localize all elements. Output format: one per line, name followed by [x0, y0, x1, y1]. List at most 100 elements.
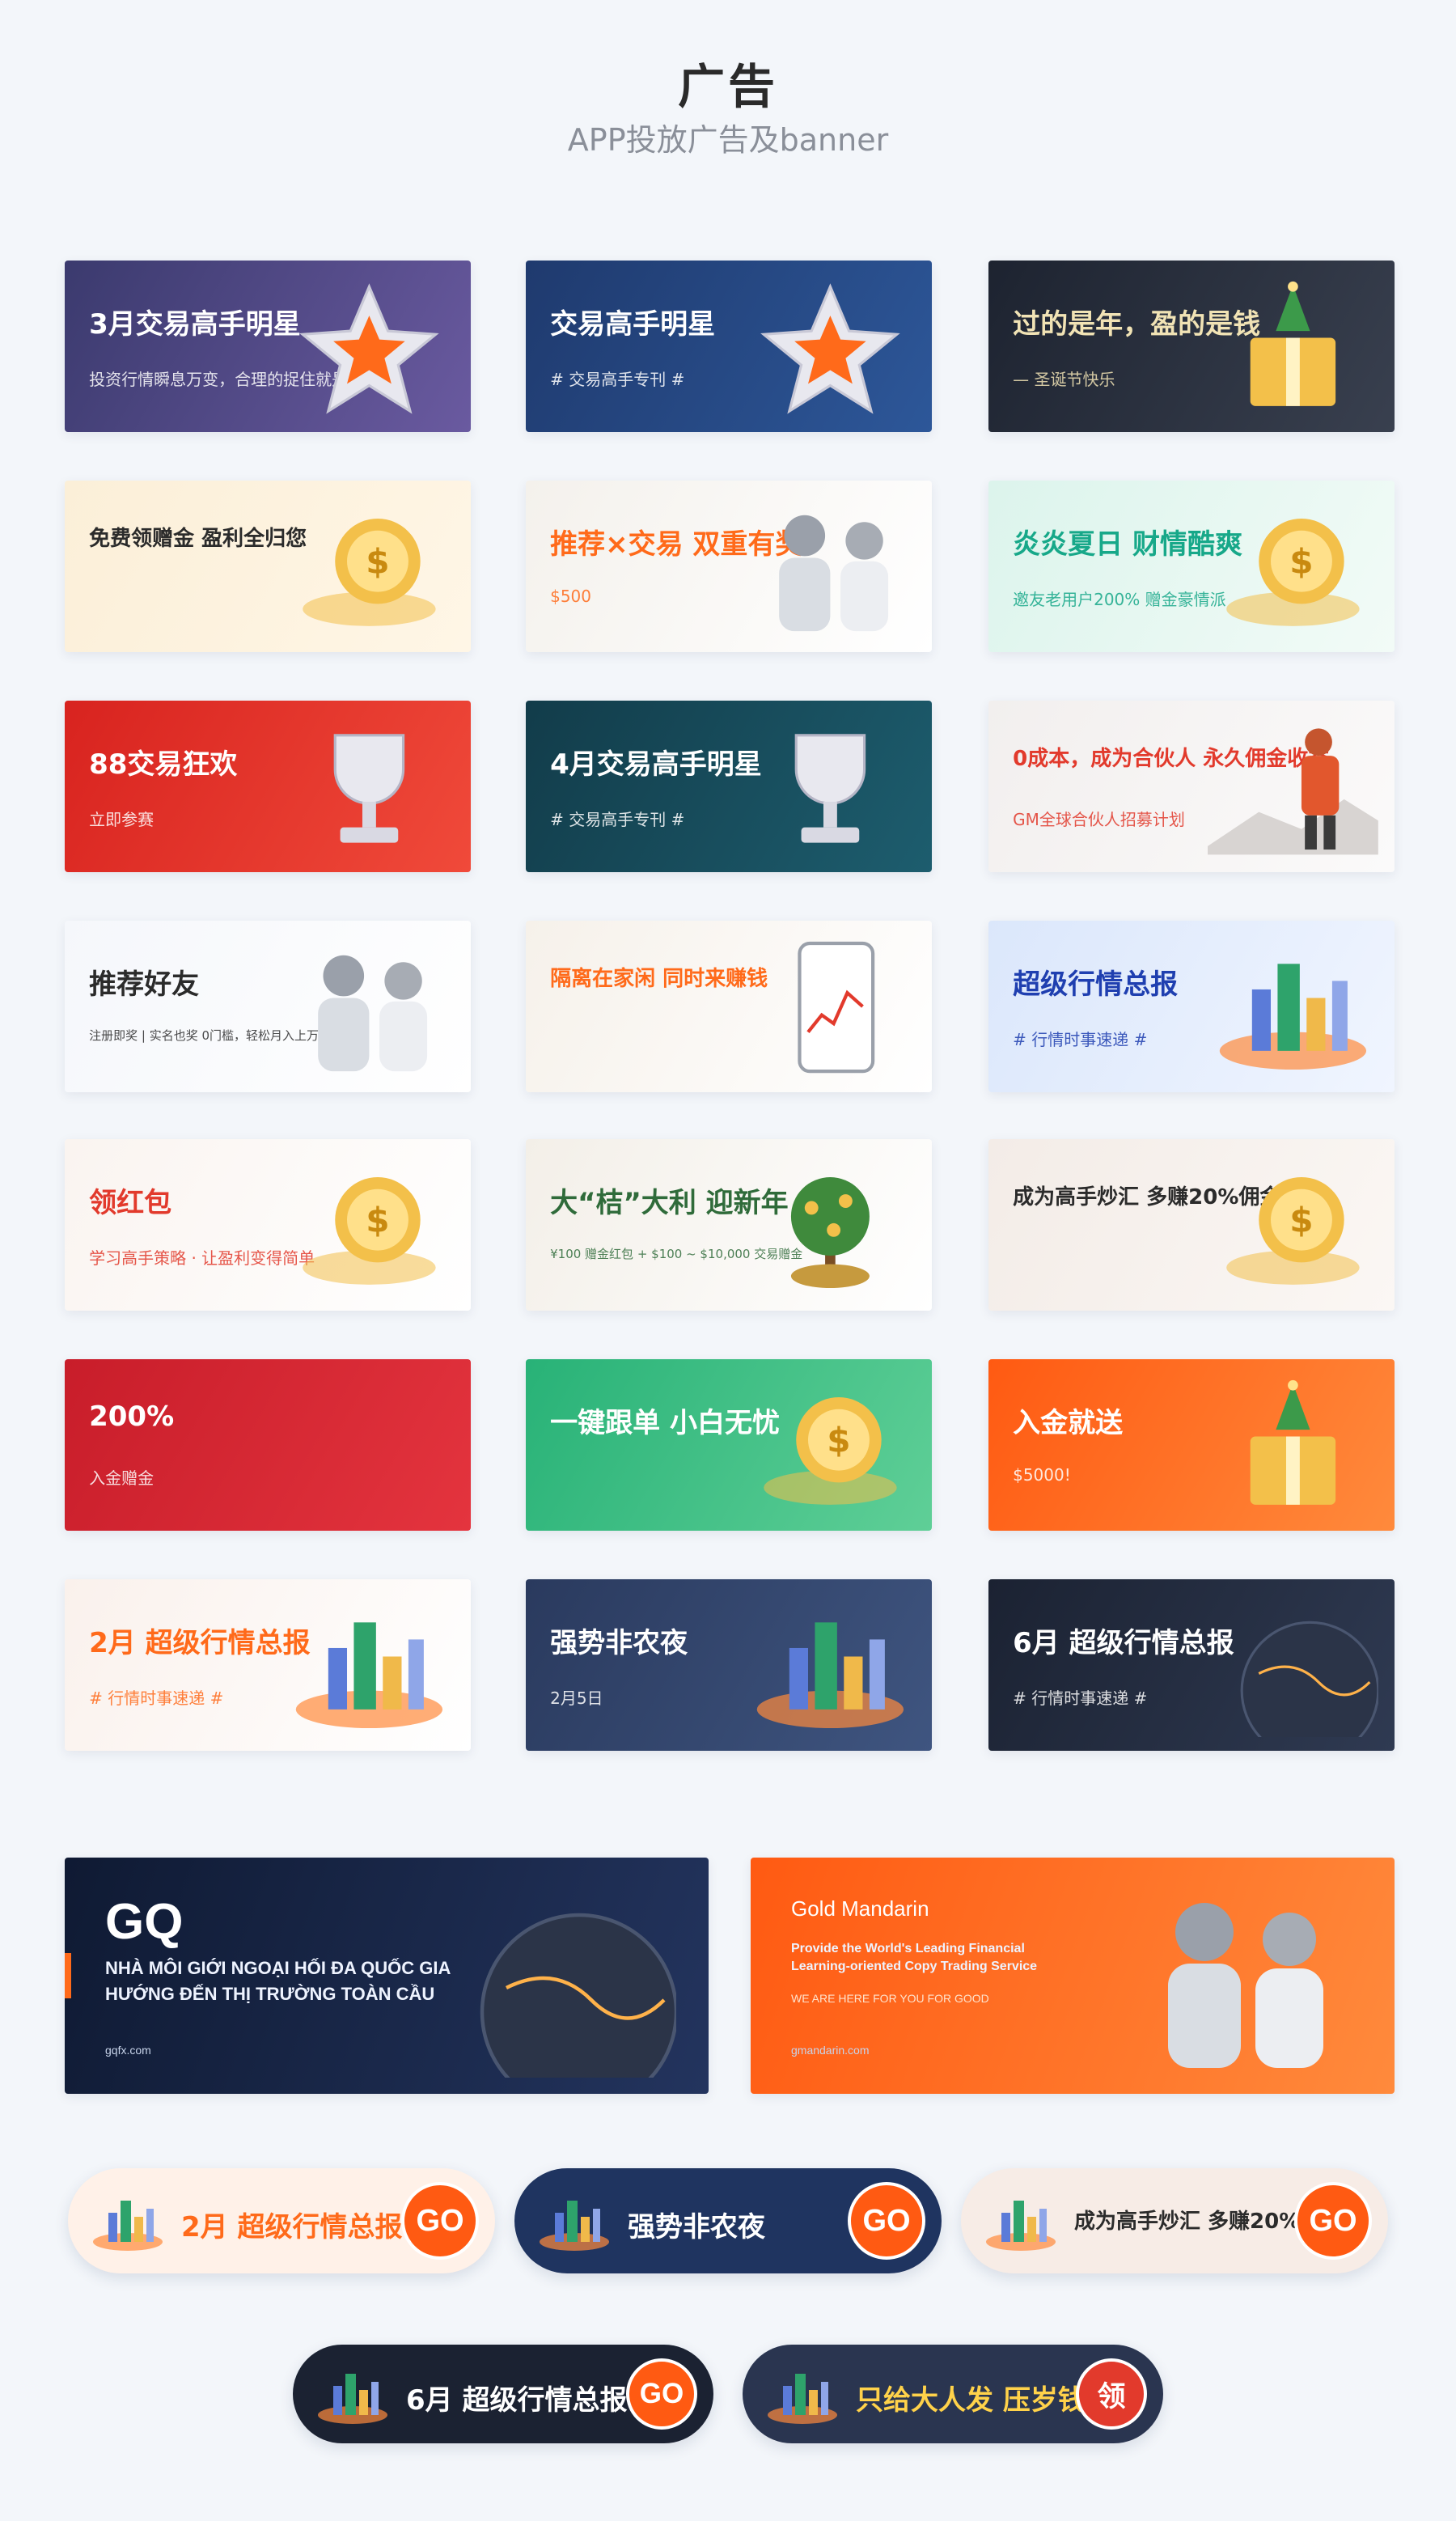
- ad-banner[interactable]: 3月交易高手明星 投资行情瞬息万变，合理的捉住就是利润: [65, 261, 471, 432]
- banner-title: 交易高手明星: [550, 307, 716, 341]
- ad-banner[interactable]: 炎炎夏日 财情酷爽 邀友老用户200% 赠金豪情派 $: [988, 481, 1395, 652]
- brand-logo: GQ: [105, 1894, 184, 1950]
- ad-banner[interactable]: 0成本，成为合伙人 永久佣金收益 GM全球合伙人招募计划: [988, 701, 1395, 872]
- banner-subtitle: 入金赠金: [89, 1468, 154, 1489]
- pill-banner-title: 2月 超级行情总报: [181, 2211, 403, 2243]
- banner-subtitle: 邀友老用户200% 赠金豪情派: [1013, 590, 1226, 610]
- ad-banner[interactable]: 成为高手炒汇 多赚20%佣金 $: [988, 1139, 1395, 1311]
- ad-banner[interactable]: 强势非农夜 2月5日: [526, 1579, 932, 1751]
- banner-title: 200%: [89, 1400, 175, 1433]
- banner-title: 推荐好友: [89, 968, 200, 1001]
- banner-subtitle: GM全球合伙人招募计划: [1013, 810, 1185, 830]
- pill-banner-illustration: [980, 2178, 1061, 2264]
- banner-illustration: [1208, 274, 1378, 418]
- banner-illustration: [745, 494, 916, 638]
- pill-banner-title: 强势非农夜: [628, 2211, 765, 2243]
- pill-banner-illustration: [312, 2354, 393, 2434]
- pill-banner-title: 只给大人发 压岁钱: [856, 2384, 1086, 2417]
- banner-illustration: [1208, 934, 1378, 1078]
- people-illustration: [1120, 1874, 1362, 2078]
- banner-subtitle: 学习高手策略 · 让盈利变得简单: [89, 1248, 315, 1269]
- go-button[interactable]: 领: [1076, 2358, 1147, 2430]
- gold-mandarin-wide-banner[interactable]: Gold Mandarin Provide the World's Leading…: [751, 1858, 1395, 2094]
- go-button[interactable]: GO: [626, 2358, 697, 2430]
- wide-banner-tagline: WE ARE HERE FOR YOU FOR GOOD: [791, 1992, 989, 2005]
- banner-illustration: [1208, 1373, 1378, 1517]
- pill-banner[interactable]: 只给大人发 压岁钱 领: [743, 2345, 1163, 2443]
- ad-banner[interactable]: 推荐好友 注册即奖 | 实名也奖 0门槛，轻松月入上万: [65, 921, 471, 1092]
- ad-banner[interactable]: 隔离在家闲 同时来赚钱: [526, 921, 932, 1092]
- ad-banner[interactable]: 过的是年，盈的是钱 — 圣诞节快乐: [988, 261, 1395, 432]
- globe-illustration: [434, 1874, 679, 2094]
- ad-banner[interactable]: 推荐×交易 双重有奖 $500: [526, 481, 932, 652]
- pill-banner-title: 6月 超级行情总报: [406, 2384, 628, 2417]
- banner-subtitle: $5000!: [1013, 1465, 1071, 1485]
- banner-illustration: [745, 1153, 916, 1297]
- brand-logo: Gold Mandarin: [791, 1896, 929, 1921]
- banner-subtitle: # 行情时事速递 #: [1013, 1030, 1148, 1050]
- ad-banner[interactable]: 超级行情总报 # 行情时事速递 #: [988, 921, 1395, 1092]
- pill-banner[interactable]: 6月 超级行情总报 GO: [293, 2345, 713, 2443]
- pill-banner-illustration: [87, 2178, 168, 2264]
- go-button[interactable]: GO: [1294, 2182, 1372, 2260]
- banner-illustration: $: [745, 1373, 916, 1517]
- accent-bar: [65, 1953, 71, 1998]
- pill-banner[interactable]: 成为高手炒汇 多赚20%佣金 GO: [961, 2168, 1388, 2273]
- go-button[interactable]: GO: [401, 2182, 479, 2260]
- banner-illustration: [284, 714, 455, 858]
- go-button[interactable]: GO: [848, 2182, 925, 2260]
- banner-illustration: $: [1208, 1153, 1378, 1297]
- banner-illustration: [745, 274, 916, 418]
- banner-illustration: $: [284, 1153, 455, 1297]
- banner-subtitle: 立即参赛: [89, 810, 154, 830]
- ad-banner[interactable]: 200% 入金赠金: [65, 1359, 471, 1531]
- banner-illustration: $: [284, 494, 455, 638]
- svg-text:$: $: [1289, 541, 1313, 581]
- svg-text:$: $: [827, 1420, 850, 1460]
- banner-title: 2月 超级行情总报: [89, 1626, 311, 1659]
- banner-subtitle: $500: [550, 587, 592, 607]
- banner-subtitle: # 交易高手专刊 #: [550, 810, 685, 830]
- ad-banner[interactable]: 入金就送 $5000!: [988, 1359, 1395, 1531]
- banner-illustration: [1208, 1593, 1380, 1751]
- wide-banner-line1: NHÀ MÔI GIỚI NGOẠI HỐI ĐA QUỐC GIA: [105, 1958, 451, 1978]
- pill-banner[interactable]: 强势非农夜 GO: [514, 2168, 942, 2273]
- banner-title: 3月交易高手明星: [89, 307, 301, 341]
- page-title: 广告: [677, 59, 778, 114]
- gq-wide-banner[interactable]: GQ NHÀ MÔI GIỚI NGOẠI HỐI ĐA QUỐC GIA HƯỚN…: [65, 1858, 709, 2094]
- ad-banner[interactable]: 6月 超级行情总报 # 行情时事速递 #: [988, 1579, 1395, 1751]
- pill-banner-illustration: [762, 2354, 843, 2434]
- banner-illustration: [284, 1593, 455, 1737]
- banner-title: 强势非农夜: [550, 1626, 688, 1659]
- wide-banner-line2: Learning-oriented Copy Trading Service: [791, 1960, 1038, 1973]
- banner-title: 入金就送: [1013, 1406, 1124, 1439]
- svg-text:$: $: [1289, 1200, 1313, 1239]
- svg-text:$: $: [366, 541, 389, 581]
- ad-banner[interactable]: 88交易狂欢 立即参赛: [65, 701, 471, 872]
- ad-banner[interactable]: 2月 超级行情总报 # 行情时事速递 #: [65, 1579, 471, 1751]
- wide-banner-line2: HƯỚNG ĐẾN THỊ TRƯỜNG TOÀN CẦU: [105, 1984, 435, 2004]
- ad-banner[interactable]: 大“桔”大利 迎新年 ¥100 赠金红包 + $100 ~ $10,000 交易赠…: [526, 1139, 932, 1311]
- banner-title: 隔离在家闲 同时来赚钱: [550, 966, 768, 991]
- banner-subtitle: 2月5日: [550, 1688, 603, 1709]
- banner-subtitle: # 行情时事速递 #: [1013, 1688, 1148, 1709]
- banner-title: 领红包: [89, 1186, 172, 1219]
- banner-subtitle: — 圣诞节快乐: [1013, 370, 1115, 390]
- banner-subtitle: # 交易高手专刊 #: [550, 370, 685, 390]
- banner-title: 超级行情总报: [1013, 968, 1179, 1001]
- svg-text:$: $: [366, 1200, 389, 1239]
- banner-illustration: [284, 934, 455, 1078]
- banner-illustration: [284, 274, 455, 418]
- page-subtitle: APP投放广告及banner: [567, 122, 889, 158]
- wide-banner-url: gqfx.com: [105, 2044, 151, 2057]
- ad-banner[interactable]: 4月交易高手明星 # 交易高手专刊 #: [526, 701, 932, 872]
- ad-banner[interactable]: 免费领赠金 盈利全归您 $: [65, 481, 471, 652]
- banner-illustration: [745, 1593, 916, 1737]
- banner-title: 6月 超级行情总报: [1013, 1626, 1234, 1659]
- ad-banner[interactable]: 一键跟单 小白无忧 $: [526, 1359, 932, 1531]
- ad-banner[interactable]: 领红包学习高手策略 · 让盈利变得简单 $: [65, 1139, 471, 1311]
- pill-banner[interactable]: 2月 超级行情总报 GO: [68, 2168, 495, 2273]
- ad-banner[interactable]: 交易高手明星 # 交易高手专刊 #: [526, 261, 932, 432]
- banner-illustration: [1208, 714, 1378, 858]
- banner-subtitle: # 行情时事速递 #: [89, 1688, 224, 1709]
